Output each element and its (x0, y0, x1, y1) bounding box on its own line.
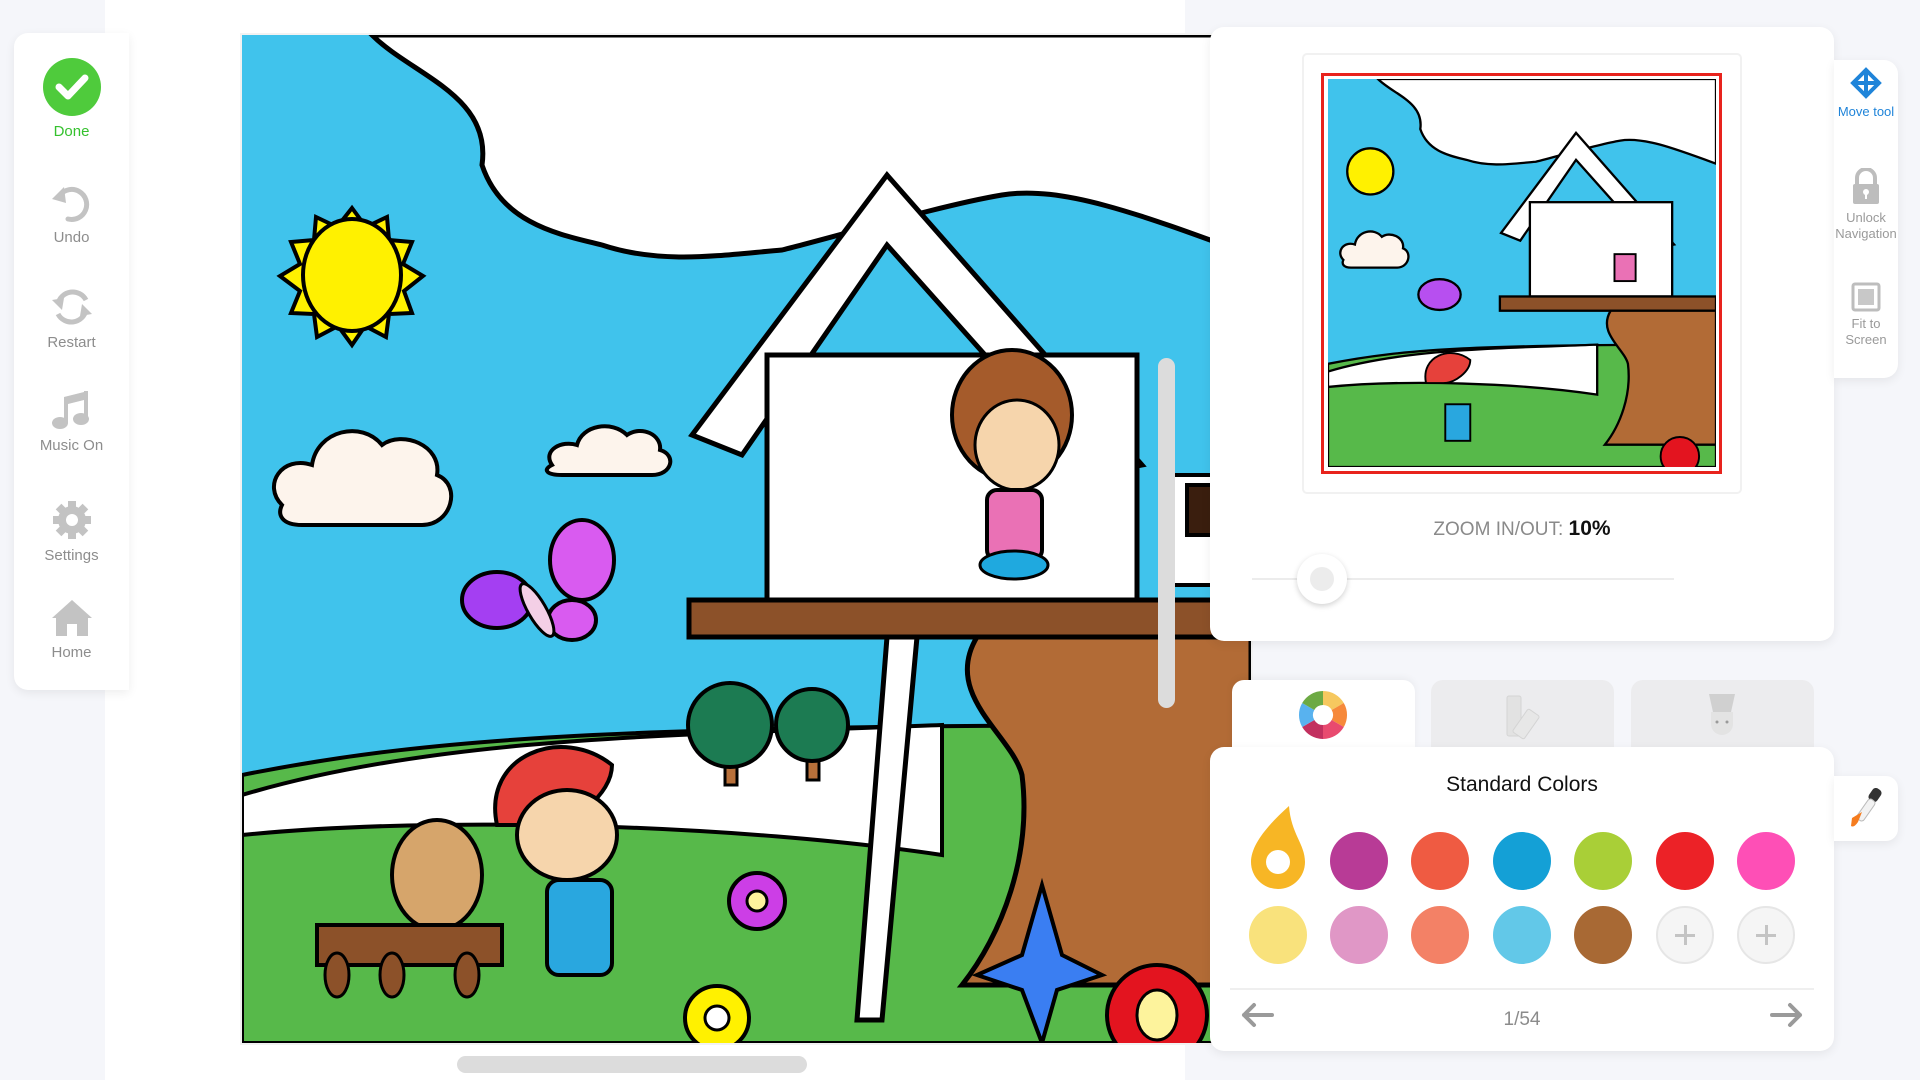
zoom-value: 10% (1568, 517, 1611, 540)
color-swatch[interactable] (1330, 832, 1388, 890)
flower-yellow[interactable] (683, 984, 751, 1043)
flower-purple[interactable] (727, 871, 787, 931)
swatch-book-icon (1506, 695, 1540, 740)
navigator-panel: ZOOM IN/OUT: 10% (1210, 27, 1834, 641)
zoom-readout: ZOOM IN/OUT: 10% (1210, 517, 1834, 541)
music-label: Music On (39, 437, 104, 454)
restart-label: Restart (47, 334, 96, 351)
fit-label-2: Screen (1845, 332, 1887, 347)
palette-title: Standard Colors (1446, 773, 1598, 796)
color-swatch[interactable] (1656, 832, 1714, 890)
flower-red[interactable] (1105, 963, 1209, 1043)
color-swatch-selected[interactable] (1249, 804, 1307, 890)
music-note-icon (51, 391, 89, 429)
move-tool-label: Move tool (1837, 104, 1895, 119)
coloring-canvas[interactable] (242, 35, 1251, 1043)
canvas-panel (105, 0, 1251, 1080)
gear-icon (52, 501, 91, 539)
settings-button[interactable]: Settings (14, 499, 129, 564)
home-icon (51, 600, 92, 636)
color-swatch[interactable] (1493, 906, 1551, 964)
color-palette-panel: Standard Colors 1/54 (1210, 747, 1834, 1051)
move-arrows-icon (1850, 67, 1882, 99)
color-swatch[interactable] (1249, 906, 1307, 964)
sidebar: Done Undo Restart Music On Settings Home (14, 33, 129, 690)
music-toggle-button[interactable]: Music On (14, 389, 129, 454)
tools-panel: Move tool Unlock Navigation Fit to Scree… (1834, 60, 1898, 378)
color-swatch[interactable] (1411, 906, 1469, 964)
eyedropper-button[interactable] (1834, 776, 1898, 841)
color-swatch[interactable] (1737, 832, 1795, 890)
vertical-scrollbar[interactable] (1158, 358, 1175, 708)
eyedropper-icon (1851, 787, 1882, 827)
fit-to-screen-icon (1851, 282, 1881, 312)
next-page-arrow-icon[interactable] (1770, 1002, 1804, 1028)
unlock-icon (1853, 168, 1879, 204)
restart-button[interactable]: Restart (14, 286, 129, 351)
home-label: Home (51, 644, 92, 661)
home-button[interactable]: Home (14, 598, 129, 661)
check-circle-icon (42, 58, 101, 116)
undo-icon (51, 186, 89, 222)
color-wheel-tab[interactable] (1232, 680, 1415, 750)
viewport-indicator[interactable] (1321, 73, 1722, 474)
divider (1230, 988, 1814, 990)
color-wheel-icon (1298, 691, 1348, 739)
unlock-label-1: Unlock (1846, 210, 1886, 225)
horizontal-scrollbar[interactable] (457, 1056, 807, 1073)
color-swatch[interactable] (1493, 832, 1551, 890)
settings-label: Settings (44, 547, 99, 564)
color-swatch[interactable] (1574, 832, 1632, 890)
color-swatch[interactable] (1574, 906, 1632, 964)
drop-selected-icon (1251, 806, 1305, 889)
add-color-button[interactable] (1737, 906, 1795, 964)
color-swatch[interactable] (1411, 832, 1469, 890)
brush-tab[interactable] (1631, 680, 1814, 750)
undo-label: Undo (53, 229, 90, 246)
zoom-slider-thumb[interactable] (1297, 554, 1347, 604)
unlock-navigation-button[interactable]: Unlock Navigation (1814, 168, 1918, 242)
restart-icon (51, 289, 92, 325)
move-tool-button[interactable]: Move tool (1814, 66, 1918, 120)
palette-page-indicator: 1/54 (1503, 1009, 1541, 1030)
undo-button[interactable]: Undo (14, 181, 129, 246)
done-button[interactable]: Done (14, 57, 129, 140)
zoom-label-text: ZOOM IN/OUT: (1433, 519, 1564, 540)
unlock-label-2: Navigation (1835, 226, 1897, 241)
fit-label-1: Fit to (1851, 316, 1881, 331)
preview-frame (1304, 55, 1740, 492)
fit-to-screen-button[interactable]: Fit to Screen (1814, 282, 1918, 348)
brush-icon (1709, 694, 1735, 735)
color-swatch[interactable] (1330, 906, 1388, 964)
done-label: Done (53, 123, 90, 140)
swatch-book-tab[interactable] (1431, 680, 1614, 750)
coloring-picture[interactable] (242, 35, 1251, 1043)
add-color-button[interactable] (1656, 906, 1714, 964)
